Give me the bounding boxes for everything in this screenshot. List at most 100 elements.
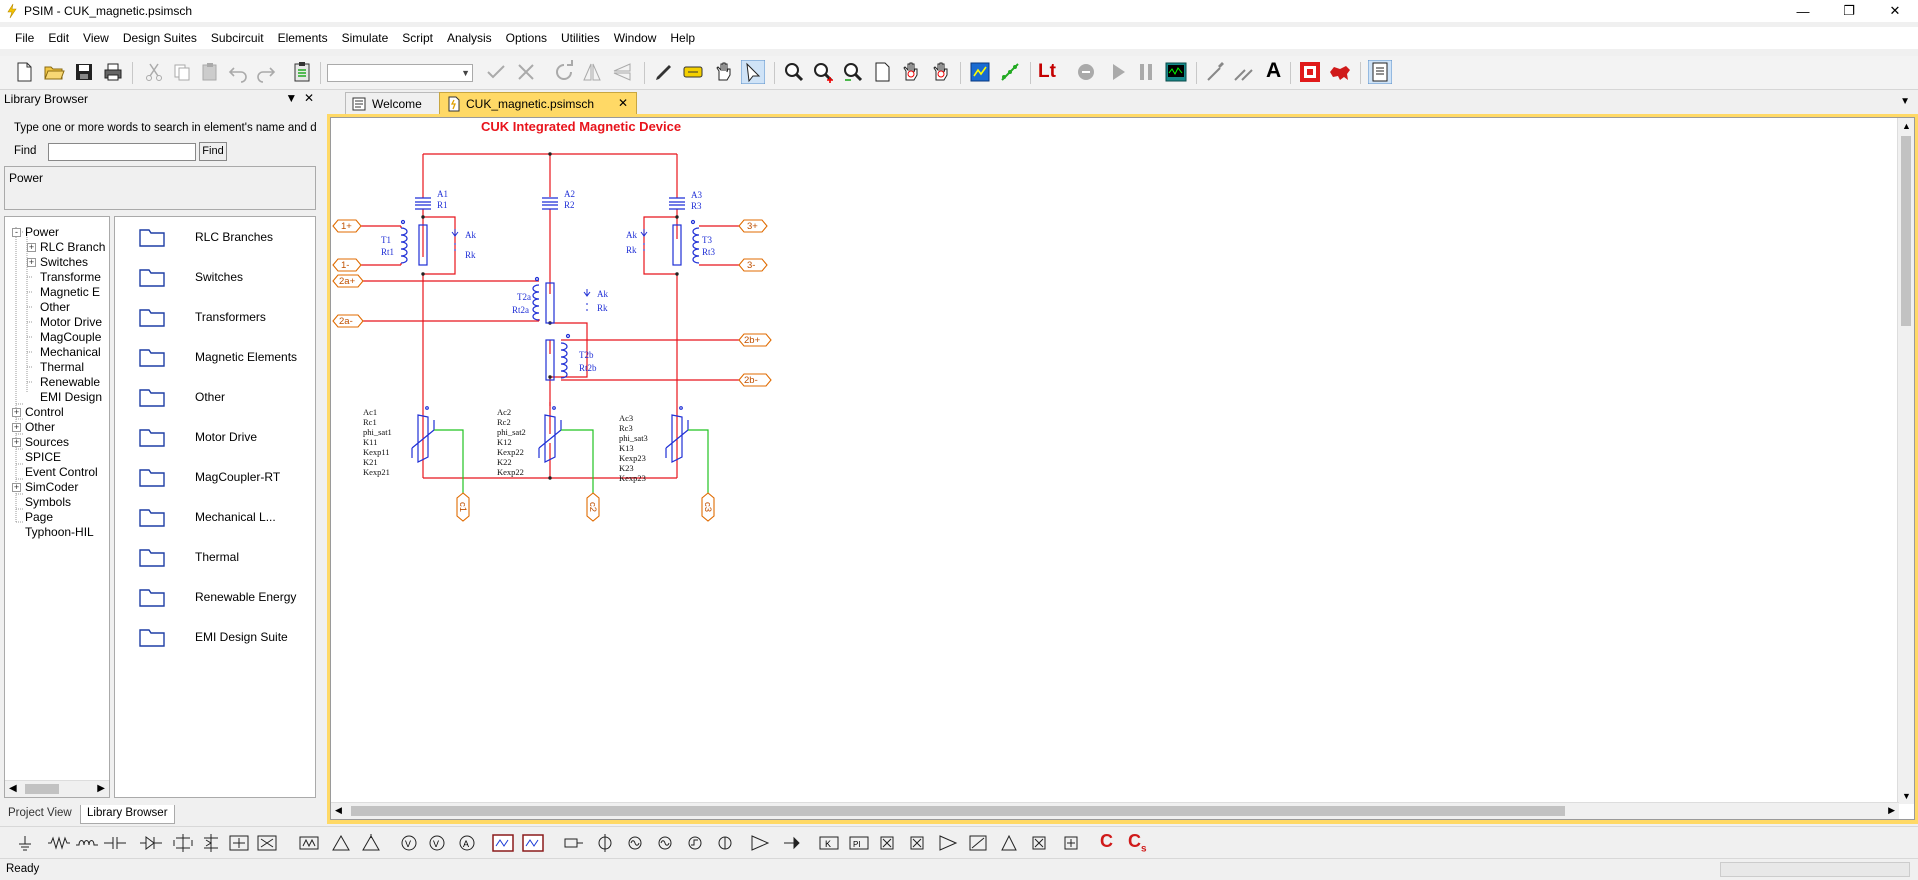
- triangle-wave-icon[interactable]: [998, 834, 1020, 852]
- tree-node-other-power[interactable]: Other: [40, 300, 70, 314]
- tree-node-page[interactable]: Page: [25, 510, 53, 524]
- ground-icon[interactable]: [14, 834, 36, 852]
- properties-icon[interactable]: [1368, 60, 1392, 84]
- folder-other[interactable]: Other: [139, 387, 225, 407]
- tree-node-emi-design[interactable]: EMI Design: [40, 390, 102, 404]
- tree-node-switches[interactable]: Switches: [40, 255, 88, 269]
- menu-edit[interactable]: Edit: [41, 29, 76, 47]
- menu-design-suites[interactable]: Design Suites: [116, 29, 204, 47]
- tree-node-simcoder-expander[interactable]: +: [12, 483, 21, 492]
- tree-node-power[interactable]: Power: [25, 225, 59, 239]
- menu-window[interactable]: Window: [607, 29, 664, 47]
- cs-block-icon[interactable]: Cs: [1128, 831, 1147, 855]
- clipboard-icon[interactable]: [290, 60, 314, 84]
- library-icon[interactable]: [968, 60, 992, 84]
- tree-node-transformers[interactable]: Transforme: [40, 270, 101, 284]
- scroll-left-icon[interactable]: ◀: [9, 783, 17, 794]
- vertical-scroll-thumb[interactable]: [1901, 136, 1911, 326]
- inductor-icon[interactable]: [76, 834, 98, 852]
- logic-and-icon[interactable]: [1030, 834, 1052, 852]
- tree-node-magcoupler[interactable]: MagCouple: [40, 330, 101, 344]
- multiplier-icon[interactable]: [878, 834, 900, 852]
- wire-pen-icon[interactable]: [652, 60, 676, 84]
- tab-project-view[interactable]: Project View: [2, 805, 78, 824]
- tree-node-switches-expander[interactable]: +: [27, 258, 36, 267]
- capacitor-icon[interactable]: [104, 834, 126, 852]
- menu-utilities[interactable]: Utilities: [554, 29, 607, 47]
- mosfet-icon[interactable]: [200, 834, 222, 852]
- pi-controller-icon[interactable]: PI: [848, 834, 870, 852]
- menu-simulate[interactable]: Simulate: [335, 29, 396, 47]
- scope-icon[interactable]: [492, 834, 514, 852]
- redo-icon[interactable]: [254, 60, 278, 84]
- probe-pin-icon[interactable]: [780, 834, 802, 852]
- opamp-icon[interactable]: [938, 834, 960, 852]
- tree-node-other[interactable]: Other: [25, 420, 55, 434]
- folder-rlc-branches[interactable]: RLC Branches: [139, 227, 273, 247]
- tree-node-sources-expander[interactable]: +: [12, 438, 21, 447]
- scroll-left-icon[interactable]: ◀: [335, 805, 342, 816]
- dc-source-icon[interactable]: [714, 834, 736, 852]
- probe-multi-icon[interactable]: [1232, 60, 1256, 84]
- tree-node-sources[interactable]: Sources: [25, 435, 69, 449]
- summer-icon[interactable]: [908, 834, 930, 852]
- select-arrow-icon[interactable]: [741, 60, 765, 84]
- folder-transformers[interactable]: Transformers: [139, 307, 266, 327]
- igbt-icon[interactable]: [228, 834, 250, 852]
- hand-pan-icon[interactable]: [929, 60, 953, 84]
- tree-node-control-expander[interactable]: +: [12, 408, 21, 417]
- flip-tb-icon[interactable]: [610, 60, 634, 84]
- thyristor-icon[interactable]: [172, 834, 194, 852]
- diode-icon[interactable]: [140, 834, 162, 852]
- folder-switches[interactable]: Switches: [139, 267, 243, 287]
- bull-icon[interactable]: [1328, 60, 1352, 84]
- run-icon[interactable]: [1106, 60, 1130, 84]
- ground-block-icon[interactable]: [562, 834, 584, 852]
- scroll-right-icon[interactable]: ▶: [97, 783, 105, 794]
- tree-node-other-expander[interactable]: +: [12, 423, 21, 432]
- step-source-icon[interactable]: [684, 834, 706, 852]
- simview-icon[interactable]: [1164, 60, 1188, 84]
- voltage-source-icon[interactable]: [330, 834, 352, 852]
- comparator-icon[interactable]: [750, 834, 772, 852]
- resistor-icon[interactable]: [48, 834, 70, 852]
- paste-icon[interactable]: [198, 60, 222, 84]
- block-icon[interactable]: [298, 834, 320, 852]
- folder-magcoupler-rt[interactable]: MagCoupler-RT: [139, 467, 280, 487]
- pause-icon[interactable]: [1134, 60, 1158, 84]
- minimize-button[interactable]: —: [1780, 0, 1826, 22]
- save-icon[interactable]: [72, 60, 96, 84]
- folder-emi-design-suite[interactable]: EMI Design Suite: [139, 627, 288, 647]
- scope-dual-icon[interactable]: [522, 834, 544, 852]
- element-combo[interactable]: ▼: [327, 64, 473, 82]
- zoom-icon[interactable]: [782, 60, 806, 84]
- tree-node-thermal[interactable]: Thermal: [40, 360, 84, 374]
- folder-mechanical[interactable]: Mechanical L...: [139, 507, 276, 527]
- menu-analysis[interactable]: Analysis: [440, 29, 499, 47]
- scroll-down-icon[interactable]: ▼: [1902, 791, 1911, 801]
- rotate-icon[interactable]: [552, 60, 576, 84]
- horizontal-scroll-thumb[interactable]: [351, 806, 1565, 816]
- logic-or-icon[interactable]: [1062, 834, 1084, 852]
- tree-node-magnetic[interactable]: Magnetic E: [40, 285, 100, 299]
- lt-button[interactable]: Lt: [1038, 61, 1056, 83]
- zoom-in-icon[interactable]: [811, 60, 835, 84]
- probe-icon[interactable]: [1204, 60, 1228, 84]
- find-button[interactable]: Find: [199, 142, 227, 161]
- folder-renewable-energy[interactable]: Renewable Energy: [139, 587, 296, 607]
- folder-magnetic-elements[interactable]: Magnetic Elements: [139, 347, 297, 367]
- restore-button[interactable]: ❐: [1826, 0, 1872, 22]
- menu-file[interactable]: File: [8, 29, 41, 47]
- scroll-right-icon[interactable]: ▶: [1888, 805, 1895, 816]
- print-icon[interactable]: [101, 60, 125, 84]
- tree-node-renewable[interactable]: Renewable: [40, 375, 100, 389]
- gain-k-icon[interactable]: K: [818, 834, 840, 852]
- scroll-up-icon[interactable]: ▲: [1902, 121, 1911, 131]
- menu-script[interactable]: Script: [395, 29, 440, 47]
- graph-icon[interactable]: [998, 60, 1022, 84]
- canvas-horizontal-scrollbar[interactable]: ◀ ▶: [331, 802, 1899, 819]
- tree-node-event-control[interactable]: Event Control: [25, 465, 98, 479]
- menu-view[interactable]: View: [76, 29, 116, 47]
- tab-library-browser[interactable]: Library Browser: [80, 805, 175, 824]
- label-icon[interactable]: [681, 60, 705, 84]
